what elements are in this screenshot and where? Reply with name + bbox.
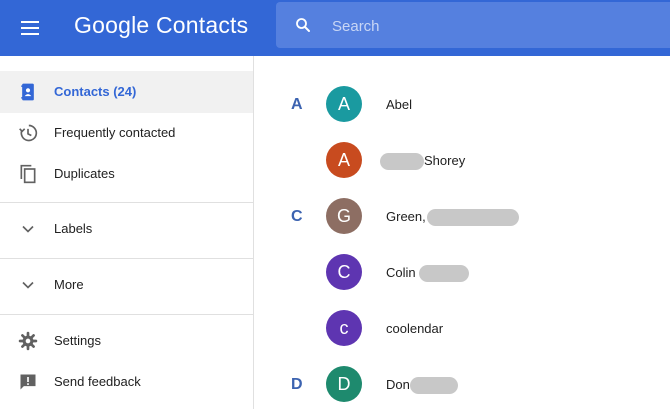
contact-name-text: Colin [386,265,416,280]
contact-row[interactable]: D Don [254,356,670,412]
sidebar-item-duplicates[interactable]: Duplicates [0,153,253,195]
avatar: A [326,86,362,122]
contact-row[interactable]: G Green, [254,188,670,244]
chevron-down-icon [22,225,34,233]
avatar: D [326,366,362,402]
contact-name: Abel [386,97,412,112]
contact-row[interactable]: C Colin [254,244,670,300]
sidebar-item-frequently-contacted[interactable]: Frequently contacted [0,112,253,154]
contact-name-text: coolendar [386,321,444,336]
contacts-book-icon [21,83,34,101]
contact-name: Shorey [380,153,466,171]
contact-name-text: Abel [386,97,413,112]
sidebar-item-send-feedback[interactable]: Send feedback [0,361,253,403]
contact-name: Green, [386,209,519,227]
sidebar: Contacts (24) Frequently contacted Dupli… [0,56,254,409]
main-menu-button[interactable] [18,16,42,40]
contact-name: Colin [386,265,470,283]
contact-name-text: Don [386,377,410,392]
feedback-icon [20,374,36,390]
sidebar-item-label: Duplicates [54,166,115,181]
duplicates-icon [20,164,36,184]
divider [0,202,253,203]
contact-name-text: Green, [386,209,426,224]
sidebar-item-label: Frequently contacted [54,125,176,140]
sidebar-item-settings[interactable]: Settings [0,320,253,362]
sidebar-item-label: Send feedback [54,374,141,389]
redaction-blur [419,265,470,283]
sidebar-item-contacts[interactable]: Contacts (24) [0,71,253,113]
contact-name: coolendar [386,321,443,336]
sidebar-item-label: More [54,277,84,292]
redaction-blur [426,209,519,227]
sidebar-item-labels[interactable]: Labels [0,208,253,250]
avatar: G [326,198,362,234]
sidebar-item-label: Labels [54,221,93,236]
avatar: A [326,142,362,178]
app-header: Google Contacts [0,0,670,56]
contact-list: A A Abel A Shorey C G Green, C Colin c c… [254,56,670,409]
redaction-blur [380,153,424,171]
contact-row[interactable]: c coolendar [254,300,670,356]
search-input[interactable] [330,12,654,40]
contact-row[interactable]: A Abel [254,76,670,132]
hamburger-icon [21,21,39,23]
contact-name-text: Shorey [424,153,466,168]
avatar: c [326,310,362,346]
divider [0,314,253,315]
search-icon[interactable] [294,16,312,34]
sidebar-item-label: Contacts (24) [54,84,137,99]
contact-name: Don [386,377,458,395]
contact-row[interactable]: A Shorey [254,132,670,188]
chevron-down-icon [22,281,34,289]
app-logo[interactable]: Google Contacts [74,12,248,39]
sidebar-item-more[interactable]: More [0,264,253,306]
redaction-blur [409,377,458,395]
avatar: C [326,254,362,290]
history-icon [19,124,38,142]
divider [0,258,253,259]
sidebar-item-label: Settings [54,333,101,348]
gear-icon [18,331,38,351]
search-box[interactable] [276,2,670,48]
